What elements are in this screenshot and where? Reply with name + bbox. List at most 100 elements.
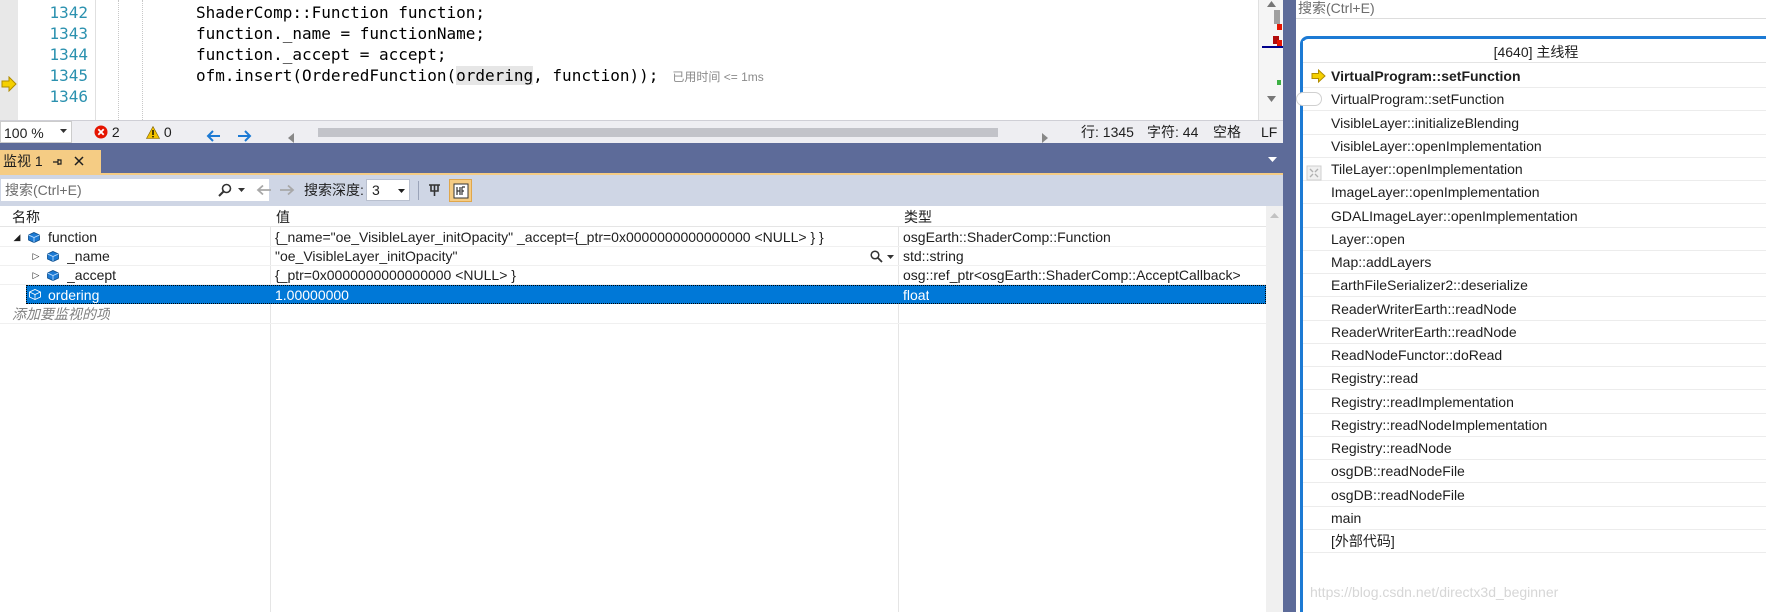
close-icon[interactable]: [74, 156, 84, 166]
watch-type: osgEarth::ShaderComp::Function: [903, 229, 1111, 245]
stack-frame[interactable]: VirtualProgram::setFunction: [1303, 88, 1766, 112]
code-text: , function));: [533, 66, 659, 85]
stack-frame[interactable]: [外部代码]: [1303, 530, 1766, 553]
watch-value[interactable]: {_ptr=0x0000000000000000 <NULL> }: [275, 266, 895, 285]
add-watch-row[interactable]: 添加要监视的项: [0, 305, 1266, 324]
code-line[interactable]: function._accept = accept;: [196, 43, 446, 66]
call-stack-list[interactable]: [4640] 主线程 VirtualProgram::setFunction Vi…: [1300, 36, 1766, 612]
text-visualizer-search-icon[interactable]: [870, 250, 883, 263]
pane-splitter[interactable]: [1283, 0, 1296, 612]
chevron-down-icon[interactable]: [238, 188, 245, 192]
watch-type: float: [903, 287, 930, 303]
line-ending-indicator[interactable]: LF: [1261, 121, 1277, 143]
chevron-down-icon: [398, 189, 405, 193]
search-depth-dropdown[interactable]: 3: [366, 179, 410, 201]
error-marker: [1277, 40, 1282, 46]
watch-row-selected[interactable]: ordering 1.00000000 float: [26, 285, 1266, 304]
stack-frame[interactable]: GDALImageLayer::openImplementation: [1303, 205, 1766, 228]
stack-frame[interactable]: EarthFileSerializer2::deserialize: [1303, 274, 1766, 298]
tab-watch-1[interactable]: 监视 1: [0, 150, 101, 173]
frame-label: main: [1331, 509, 1362, 526]
pin-to-source-icon[interactable]: [427, 182, 443, 198]
stack-frame[interactable]: TileLayer::openImplementation: [1303, 158, 1766, 181]
stack-frame[interactable]: Layer::open: [1303, 228, 1766, 251]
object-icon: [47, 270, 59, 281]
add-watch-placeholder[interactable]: 添加要监视的项: [12, 305, 110, 324]
stack-frame-current[interactable]: VirtualProgram::setFunction: [1303, 65, 1766, 88]
code-text: ofm.insert(OrderedFunction(: [196, 66, 457, 85]
column-header-type[interactable]: 类型: [904, 206, 932, 227]
stack-frame[interactable]: ImageLayer::openImplementation: [1303, 181, 1766, 205]
search-previous-icon[interactable]: [256, 184, 272, 196]
chevron-down-icon[interactable]: [887, 255, 894, 259]
search-next-icon[interactable]: [279, 184, 295, 196]
search-depth-value: 3: [372, 182, 380, 198]
watch-value[interactable]: "oe_VisibleLayer_initOpacity": [275, 247, 835, 266]
error-marker: [1277, 24, 1282, 30]
stack-frame[interactable]: VisibleLayer::openImplementation: [1303, 135, 1766, 158]
code-editor[interactable]: 1342 1343 1344 1345 1346 ShaderComp::Fun…: [0, 0, 1283, 120]
stack-frame[interactable]: Registry::read: [1303, 367, 1766, 391]
watch-tab-strip: 监视 1: [0, 143, 1283, 175]
stack-frame[interactable]: ReadNodeFunctor::doRead: [1303, 344, 1766, 367]
scroll-up-icon[interactable]: [1270, 213, 1279, 218]
char-indicator[interactable]: 字符: 44: [1147, 121, 1198, 143]
watch-row[interactable]: ▷ _name "oe_VisibleLayer_initOpacity" st…: [0, 247, 1266, 266]
call-stack-search-input[interactable]: 搜索(Ctrl+E): [1296, 0, 1766, 19]
stack-frame[interactable]: osgDB::readNodeFile: [1303, 460, 1766, 484]
stack-frame[interactable]: Registry::readImplementation: [1303, 391, 1766, 414]
horizontal-scrollbar-thumb[interactable]: [318, 128, 998, 137]
expand-arrow-icon[interactable]: ▷: [31, 247, 41, 266]
watch-row[interactable]: ◢ function {_name="oe_VisibleLayer_initO…: [0, 228, 1266, 247]
stack-frame[interactable]: Map::addLayers: [1303, 251, 1766, 274]
frame-label: VirtualProgram::setFunction: [1331, 91, 1505, 108]
watch-name: ordering: [48, 287, 100, 303]
code-line[interactable]: ShaderComp::Function function;: [196, 1, 485, 24]
pin-icon[interactable]: [52, 157, 62, 167]
expand-arrow-icon[interactable]: ▷: [31, 266, 41, 285]
watch-row[interactable]: ▷ _accept {_ptr=0x0000000000000000 <NULL…: [0, 266, 1266, 285]
warning-count-text: 0: [163, 124, 172, 140]
zoom-level: 100 %: [4, 125, 44, 141]
scroll-down-icon[interactable]: [1267, 96, 1276, 102]
error-count[interactable]: 2: [94, 121, 120, 143]
collapse-arrow-icon[interactable]: ◢: [12, 228, 22, 247]
stack-frame[interactable]: Registry::readNode: [1303, 437, 1766, 460]
stack-frame[interactable]: main: [1303, 507, 1766, 530]
code-line[interactable]: function._name = functionName;: [196, 22, 485, 45]
stack-frame[interactable]: Registry::readNodeImplementation: [1303, 414, 1766, 437]
warning-count[interactable]: 0: [145, 121, 172, 143]
breakpoint-gutter[interactable]: [0, 0, 18, 120]
frame-label: VisibleLayer::initializeBlending: [1331, 114, 1520, 131]
tab-label: 监视 1: [3, 153, 43, 169]
hex-display-toggle[interactable]: [449, 179, 472, 202]
watch-vertical-scrollbar[interactable]: [1266, 206, 1283, 612]
perf-tip[interactable]: 已用时间 <= 1ms: [672, 70, 763, 84]
zoom-level-dropdown[interactable]: 100 %: [0, 121, 72, 143]
code-line-current[interactable]: ofm.insert(OrderedFunction(ordering, fun…: [196, 64, 764, 87]
editor-vertical-scrollbar[interactable]: [1258, 0, 1283, 120]
watermark: https://blog.csdn.net/directx3d_beginner: [1310, 584, 1559, 600]
watch-grid[interactable]: 名称 值 类型 ◢ function {_name="oe_VisibleLay…: [0, 206, 1283, 612]
column-header-name[interactable]: 名称: [12, 206, 40, 227]
frame-label: VirtualProgram::setFunction: [1331, 68, 1521, 84]
column-header-value[interactable]: 值: [276, 206, 290, 227]
watch-name: _accept: [67, 267, 117, 283]
stack-frame[interactable]: osgDB::readNodeFile: [1303, 484, 1766, 507]
code-highlight: ordering: [456, 66, 534, 85]
scroll-marker: [1274, 10, 1280, 24]
collapse-frames-icon[interactable]: [1306, 165, 1322, 181]
watch-value[interactable]: {_name="oe_VisibleLayer_initOpacity" _ac…: [275, 228, 895, 247]
watch-type: std::string: [903, 248, 964, 264]
search-icon[interactable]: [218, 183, 232, 197]
panel-menu-chevron-icon[interactable]: [1268, 157, 1277, 162]
frame-label: ReaderWriterEarth::readNode: [1331, 323, 1517, 340]
stack-frame[interactable]: ReaderWriterEarth::readNode: [1303, 298, 1766, 321]
whitespace-indicator[interactable]: 空格: [1213, 121, 1241, 143]
stack-frame[interactable]: VisibleLayer::initializeBlending: [1303, 112, 1766, 135]
stack-frame[interactable]: ReaderWriterEarth::readNode: [1303, 321, 1766, 344]
watch-search-input[interactable]: 搜索(Ctrl+E): [0, 178, 270, 202]
line-indicator[interactable]: 行: 1345: [1081, 121, 1134, 143]
scroll-up-icon[interactable]: [1267, 1, 1276, 7]
watch-value[interactable]: 1.00000000: [275, 286, 349, 305]
